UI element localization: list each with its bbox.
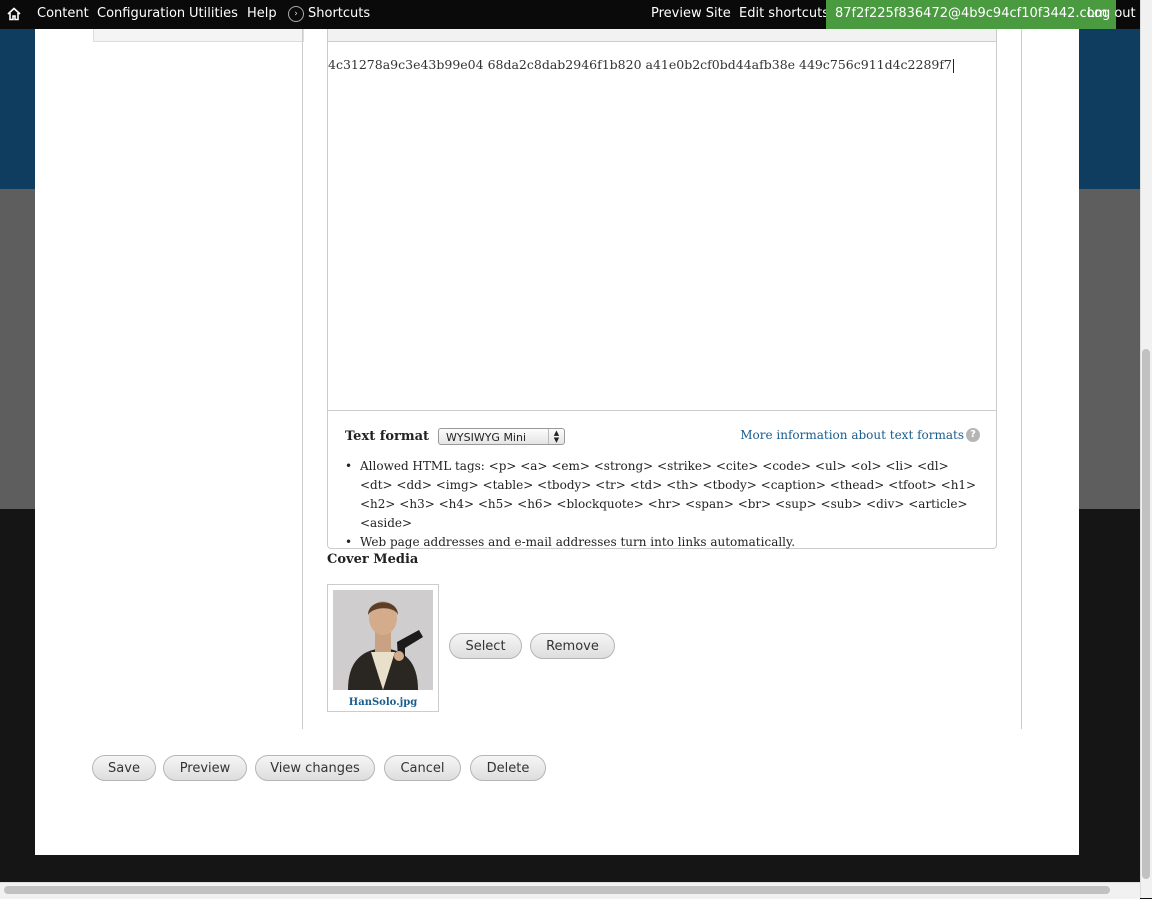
toolbar-user-account[interactable]: 87f2f225f836472@4b9c94cf10f3442.com	[826, 0, 1117, 29]
text-format-help-link[interactable]: More information about text formats	[740, 428, 964, 442]
vertical-tabs-pane-border	[1021, 29, 1022, 729]
toolbar-content[interactable]: Content	[37, 0, 89, 29]
vertical-tabs-menu	[93, 29, 304, 42]
text-format-tips: Allowed HTML tags: <p> <a> <em> <strong>…	[345, 457, 980, 552]
text-caret	[952, 58, 954, 73]
body-editor-text: 4c31278a9c3e43b99e04 68da2c8dab2946f1b82…	[328, 57, 954, 73]
shortcuts-toggle-icon: ›	[288, 5, 304, 22]
preview-button[interactable]: Preview	[163, 755, 247, 781]
text-format-selected: WYSIWYG Mini	[446, 431, 527, 444]
admin-toolbar: Content Configuration Utilities Help › Sh…	[0, 0, 1140, 29]
text-format-wrapper: Text format WYSIWYG Mini ▲ ▼ More informa…	[328, 411, 996, 552]
save-button[interactable]: Save	[92, 755, 156, 781]
shortcuts-label: Shortcuts	[308, 6, 371, 21]
home-icon[interactable]	[6, 6, 22, 22]
cancel-button[interactable]: Cancel	[384, 755, 461, 781]
text-format-select[interactable]: WYSIWYG Mini ▲ ▼	[438, 428, 565, 445]
vertical-tabs-divider	[302, 29, 303, 729]
cover-media-filename[interactable]: HanSolo.jpg	[328, 697, 438, 708]
cover-media-thumbnail: HanSolo.jpg	[327, 584, 439, 712]
media-remove-button[interactable]: Remove	[530, 633, 615, 659]
tip-allowed-tags: Allowed HTML tags: <p> <a> <em> <strong>…	[345, 457, 980, 533]
delete-button[interactable]: Delete	[470, 755, 546, 781]
text-format-label: Text format	[345, 429, 430, 444]
select-arrows-icon: ▲ ▼	[548, 429, 564, 444]
question-mark-icon[interactable]: ?	[966, 428, 980, 442]
edit-overlay: 4c31278a9c3e43b99e04 68da2c8dab2946f1b82…	[35, 29, 1079, 855]
toolbar-configuration[interactable]: Configuration	[97, 0, 185, 29]
cover-media-image[interactable]	[333, 590, 433, 690]
horizontal-scrollbar-thumb[interactable]	[4, 886, 1110, 894]
media-select-button[interactable]: Select	[449, 633, 522, 659]
toolbar-logout[interactable]: Log out	[1087, 0, 1136, 29]
toolbar-preview-site[interactable]: Preview Site	[651, 0, 731, 29]
body-editor[interactable]: 4c31278a9c3e43b99e04 68da2c8dab2946f1b82…	[328, 41, 996, 411]
body-field: 4c31278a9c3e43b99e04 68da2c8dab2946f1b82…	[327, 29, 997, 552]
cover-media-label: Cover Media	[327, 552, 419, 567]
toolbar-utilities[interactable]: Utilities	[189, 0, 238, 29]
toolbar-help[interactable]: Help	[247, 0, 277, 29]
tip-auto-links: Web page addresses and e-mail addresses …	[345, 533, 980, 552]
toolbar-edit-shortcuts[interactable]: Edit shortcuts	[739, 0, 829, 29]
view-changes-button[interactable]: View changes	[255, 755, 375, 781]
vertical-scrollbar-thumb[interactable]	[1142, 349, 1150, 879]
toolbar-shortcuts[interactable]: › Shortcuts	[288, 0, 370, 29]
body-text-content: 4c31278a9c3e43b99e04 68da2c8dab2946f1b82…	[328, 57, 952, 72]
